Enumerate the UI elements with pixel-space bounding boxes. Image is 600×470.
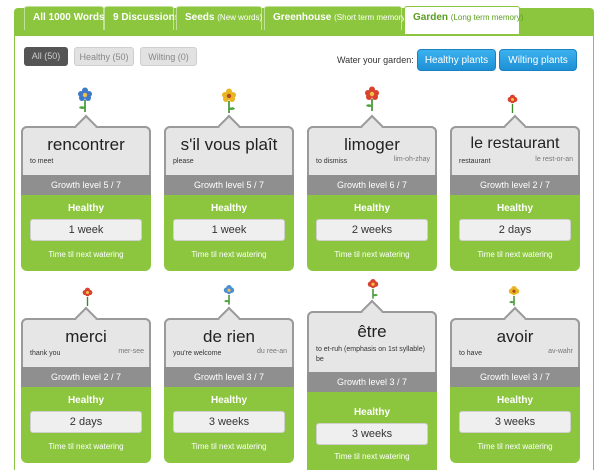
growth-level: Growth level 3 / 7	[307, 372, 437, 392]
growth-level: Growth level 5 / 7	[164, 175, 294, 195]
red-flower-icon	[365, 86, 379, 111]
watering-label: Time til next watering	[334, 452, 410, 461]
word-title: avoir	[496, 327, 534, 346]
word-pronunciation: lim-oh-zhay	[393, 156, 430, 163]
word-card[interactable]: limoger to dismiss lim-oh-zhay Growth le…	[307, 114, 437, 271]
word-meaning: to have	[459, 350, 482, 357]
tab-sublabel: (Long term memory)	[450, 13, 524, 22]
tab-label: Greenhouse	[273, 12, 332, 23]
watering-time: 3 weeks	[173, 411, 285, 433]
tab-label: Garden	[413, 12, 449, 23]
red-sprout-icon	[367, 279, 379, 299]
watering-time: 2 days	[30, 411, 142, 433]
word-card[interactable]: le restaurant restaurant le rest-or-an G…	[450, 114, 580, 271]
growth-level: Growth level 5 / 7	[21, 175, 151, 195]
health-status: Healthy	[353, 203, 391, 214]
watering-label: Time til next watering	[48, 250, 124, 259]
watering-label: Time til next watering	[48, 442, 124, 451]
word-title: être	[357, 322, 387, 341]
red-sprout-icon	[507, 94, 518, 113]
word-meaning: restaurant	[459, 158, 491, 165]
health-status: Healthy	[496, 203, 534, 214]
health-status: Healthy	[67, 395, 105, 406]
watering-label: Time til next watering	[334, 250, 410, 259]
tab-garden[interactable]: Garden (Long term memory)	[404, 6, 524, 34]
watering-time: 1 week	[173, 219, 285, 241]
tab-sublabel: (New words)	[217, 13, 263, 22]
yellow-flower-icon	[222, 88, 236, 113]
watering-label: Time til next watering	[477, 250, 553, 259]
watering-label: Time til next watering	[477, 442, 553, 451]
tab-label: All 1000 Words	[33, 12, 105, 23]
watering-time: 2 weeks	[316, 219, 428, 241]
yellow-sprout-icon	[508, 286, 520, 306]
word-card[interactable]: avoir to have av-wahr Growth level 3 / 7…	[450, 306, 580, 463]
word-pronunciation: le rest-or-an	[535, 156, 573, 163]
word-title: rencontrer	[47, 135, 125, 154]
tab-label: Seeds	[185, 12, 215, 23]
filter-all[interactable]: All (50)	[24, 47, 68, 66]
word-meaning: thank you	[30, 350, 61, 357]
watering-label: Time til next watering	[191, 250, 267, 259]
word-title: merci	[65, 327, 107, 346]
tab-discussions[interactable]: 9 Discussions	[104, 6, 180, 30]
health-status: Healthy	[210, 395, 248, 406]
word-meaning: to meet	[30, 158, 54, 165]
filter-wilting[interactable]: Wilting (0)	[140, 47, 197, 66]
water-garden-label: Water your garden:	[337, 55, 414, 65]
growth-level: Growth level 2 / 7	[21, 367, 151, 387]
word-card[interactable]: rencontrer to meet Growth level 5 / 7 He…	[21, 114, 151, 271]
word-pronunciation: mer-see	[118, 348, 144, 355]
watering-time: 1 week	[30, 219, 142, 241]
tab-label: 9 Discussions	[113, 12, 181, 23]
growth-level: Growth level 2 / 7	[450, 175, 580, 195]
watering-label: Time til next watering	[191, 442, 267, 451]
water-wilting-button[interactable]: Wilting plants	[499, 49, 577, 71]
growth-level: Growth level 6 / 7	[307, 175, 437, 195]
word-card[interactable]: de rien you're welcome du ree-an Growth …	[164, 306, 294, 463]
water-healthy-button[interactable]: Healthy plants	[417, 49, 496, 71]
word-title: de rien	[203, 327, 255, 346]
word-meaning: you're welcome	[173, 350, 222, 357]
tab-seeds[interactable]: Seeds (New words)	[176, 6, 262, 30]
blue-sprout-icon	[223, 285, 235, 305]
filter-healthy[interactable]: Healthy (50)	[74, 47, 134, 66]
word-card[interactable]: merci thank you mer-see Growth level 2 /…	[21, 306, 151, 463]
blue-flower-icon	[78, 87, 92, 112]
red-sprout-icon	[82, 287, 93, 306]
word-title: limoger	[344, 135, 400, 154]
watering-time: 2 days	[459, 219, 571, 241]
watering-time: 3 weeks	[459, 411, 571, 433]
growth-level: Growth level 3 / 7	[450, 367, 580, 387]
word-meaning-continued: be	[316, 356, 324, 363]
word-meaning: please	[173, 158, 194, 165]
word-card[interactable]: s'il vous plaît please Growth level 5 / …	[164, 114, 294, 271]
health-status: Healthy	[67, 203, 105, 214]
word-title: le restaurant	[470, 135, 560, 152]
growth-level: Growth level 3 / 7	[164, 367, 294, 387]
health-status: Healthy	[353, 407, 391, 418]
watering-time: 3 weeks	[316, 423, 428, 445]
word-pronunciation: av-wahr	[548, 348, 573, 355]
word-meaning: to et-ruh (emphasis on 1st syllable)	[316, 346, 425, 353]
word-title: s'il vous plaît	[180, 135, 278, 154]
tab-sublabel: (Short term memory)	[334, 13, 408, 22]
health-status: Healthy	[496, 395, 534, 406]
word-card[interactable]: être to et-ruh (emphasis on 1st syllable…	[307, 299, 437, 470]
word-meaning: to dismiss	[316, 158, 348, 165]
health-status: Healthy	[210, 203, 248, 214]
tab-all-words[interactable]: All 1000 Words	[24, 6, 105, 30]
tab-greenhouse[interactable]: Greenhouse (Short term memory)	[264, 6, 408, 30]
word-pronunciation: du ree-an	[257, 348, 287, 355]
